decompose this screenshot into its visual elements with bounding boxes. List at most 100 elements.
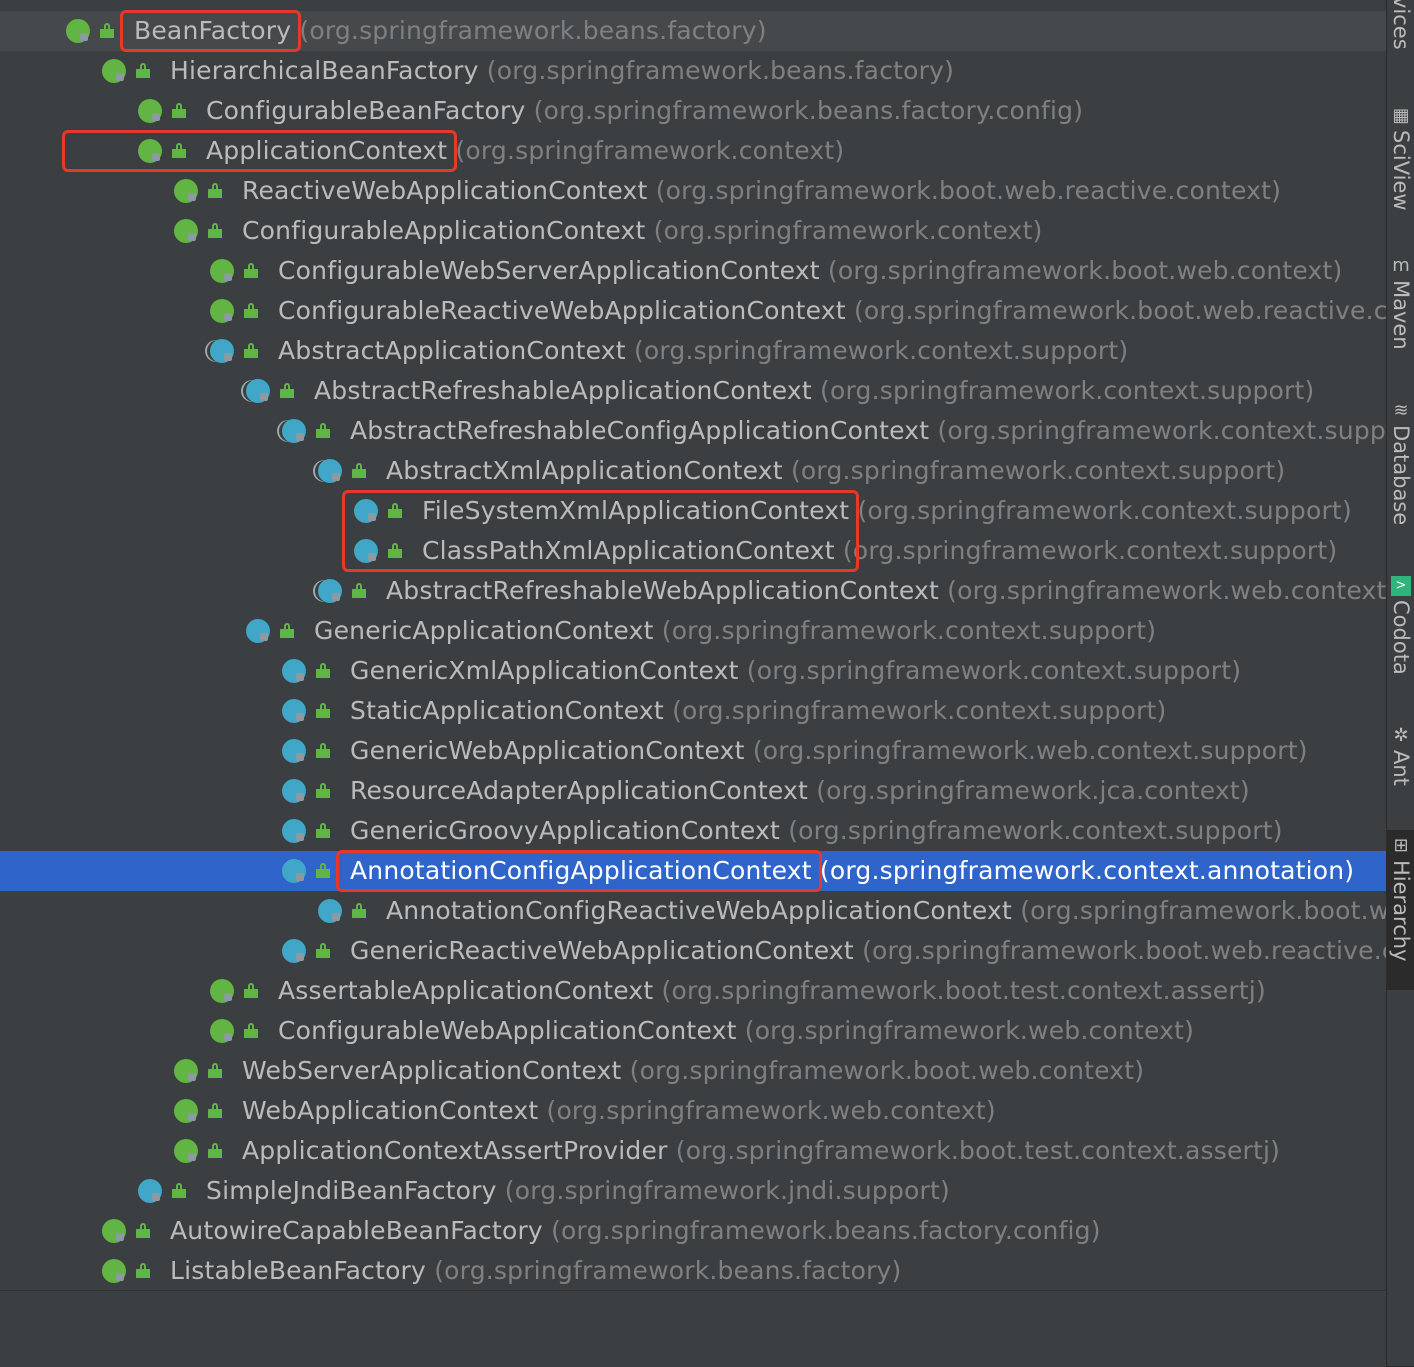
visibility-lock-icon — [152, 153, 160, 161]
expand-arrow-right-icon[interactable] — [218, 931, 244, 971]
tool-window-maven[interactable]: m Maven — [1387, 250, 1414, 370]
tree-row[interactable]: WebApplicationContext (org.springframewo… — [0, 1091, 1386, 1131]
tree-row[interactable]: ApplicationContextAssertProvider (org.sp… — [0, 1131, 1386, 1171]
public-access-icon — [316, 743, 330, 758]
expand-arrow-down-icon[interactable] — [218, 851, 244, 891]
expand-arrow-right-icon[interactable] — [218, 691, 244, 731]
tree-node-label: AnnotationConfigReactiveWebApplicationCo… — [386, 891, 1386, 931]
tree-row[interactable]: ConfigurableWebApplicationContext (org.s… — [0, 1011, 1386, 1051]
tree-row[interactable]: GenericWebApplicationContext (org.spring… — [0, 731, 1386, 771]
package-name: (org.springframework.beans.factory.confi… — [551, 1216, 1101, 1245]
tool-window-label[interactable]: Database — [1389, 425, 1413, 525]
tool-window-codota[interactable]: > Codota — [1387, 570, 1414, 690]
tree-row[interactable]: ConfigurableBeanFactory (org.springframe… — [0, 91, 1386, 131]
package-name: (org.springframework.context.support) — [633, 336, 1129, 365]
tool-window-hierarchy[interactable]: ⊞ Hierarchy — [1387, 830, 1414, 990]
tree-node-label: GenericXmlApplicationContext (org.spring… — [350, 651, 1241, 691]
visibility-lock-icon — [116, 73, 124, 81]
tree-row[interactable]: AbstractApplicationContext (org.springfr… — [0, 331, 1386, 371]
tool-window-icon: > — [1391, 576, 1411, 596]
tree-row[interactable]: FileSystemXmlApplicationContext (org.spr… — [0, 491, 1386, 531]
public-access-icon — [208, 1063, 222, 1078]
expand-arrow-right-icon[interactable] — [110, 1051, 136, 1091]
class-name: WebApplicationContext — [242, 1096, 539, 1125]
expand-arrow-right-icon[interactable] — [110, 1091, 136, 1131]
public-access-icon — [388, 503, 402, 518]
tree-row[interactable]: AutowireCapableBeanFactory (org.springfr… — [0, 1211, 1386, 1251]
class-name: HierarchicalBeanFactory — [170, 56, 479, 85]
expand-arrow-right-icon[interactable] — [38, 1211, 64, 1251]
tree-row[interactable]: StaticApplicationContext (org.springfram… — [0, 691, 1386, 731]
tree-row[interactable]: AnnotationConfigReactiveWebApplicationCo… — [0, 891, 1386, 931]
tree-row[interactable]: ConfigurableApplicationContext (org.spri… — [0, 211, 1386, 251]
expand-arrow-down-icon[interactable] — [146, 331, 172, 371]
expand-arrow-down-icon[interactable] — [218, 411, 244, 451]
tool-window-label[interactable]: Codota — [1389, 600, 1413, 675]
visibility-lock-icon — [188, 1153, 196, 1161]
tree-empty-area — [0, 1290, 1386, 1367]
expand-arrow-right-icon[interactable] — [146, 251, 172, 291]
package-name: (org.springframework.web.context.su — [947, 576, 1386, 605]
public-access-icon — [172, 1183, 186, 1198]
hierarchy-tree[interactable]: BeanFactory (org.springframework.beans.f… — [0, 0, 1386, 1290]
tree-row[interactable]: ConfigurableWebServerApplicationContext … — [0, 251, 1386, 291]
tree-row[interactable]: AbstractRefreshableConfigApplicationCont… — [0, 411, 1386, 451]
tree-row[interactable]: ClassPathXmlApplicationContext (org.spri… — [0, 531, 1386, 571]
class-name: GenericXmlApplicationContext — [350, 656, 739, 685]
expand-arrow-right-icon[interactable] — [146, 1011, 172, 1051]
tree-row[interactable]: GenericReactiveWebApplicationContext (or… — [0, 931, 1386, 971]
class-name: AnnotationConfigReactiveWebApplicationCo… — [386, 896, 1013, 925]
class-name: GenericWebApplicationContext — [350, 736, 745, 765]
expand-arrow-down-icon[interactable] — [2, 11, 28, 51]
tree-row[interactable]: ListableBeanFactory (org.springframework… — [0, 1251, 1386, 1290]
tree-row[interactable]: GenericGroovyApplicationContext (org.spr… — [0, 811, 1386, 851]
package-name: (org.springframework.context.suppor — [937, 416, 1386, 445]
tool-window-label[interactable]: Ant — [1389, 750, 1413, 786]
tree-row[interactable]: ResourceAdapterApplicationContext (org.s… — [0, 771, 1386, 811]
tool-window-label[interactable]: Hierarchy — [1389, 860, 1413, 962]
tree-node-label: FileSystemXmlApplicationContext (org.spr… — [422, 491, 1352, 531]
expand-arrow-down-icon[interactable] — [182, 371, 208, 411]
expand-arrow-right-icon[interactable] — [74, 91, 100, 131]
expand-arrow-down-icon[interactable] — [74, 131, 100, 171]
tree-row[interactable]: AssertableApplicationContext (org.spring… — [0, 971, 1386, 1011]
visibility-lock-icon — [296, 793, 304, 801]
tool-window-label[interactable]: Maven — [1389, 280, 1413, 350]
tree-node-label: WebServerApplicationContext (org.springf… — [242, 1051, 1144, 1091]
tree-row[interactable]: SimpleJndiBeanFactory (org.springframewo… — [0, 1171, 1386, 1211]
expand-arrow-down-icon[interactable] — [110, 211, 136, 251]
public-access-icon — [244, 263, 258, 278]
tree-row[interactable]: ApplicationContext (org.springframework.… — [0, 131, 1386, 171]
tool-window-label[interactable]: SciView — [1389, 130, 1413, 211]
class-name: ResourceAdapterApplicationContext — [350, 776, 809, 805]
expand-arrow-right-icon[interactable] — [254, 571, 280, 611]
tree-row[interactable]: HierarchicalBeanFactory (org.springframe… — [0, 51, 1386, 91]
tree-row[interactable]: BeanFactory (org.springframework.beans.f… — [0, 11, 1386, 51]
tree-row[interactable]: GenericApplicationContext (org.springfra… — [0, 611, 1386, 651]
tree-row[interactable]: AbstractRefreshableWebApplicationContext… — [0, 571, 1386, 611]
tree-row[interactable]: ReactiveWebApplicationContext (org.sprin… — [0, 171, 1386, 211]
expand-arrow-right-icon[interactable] — [38, 1251, 64, 1290]
tree-row[interactable]: AbstractRefreshableApplicationContext (o… — [0, 371, 1386, 411]
tree-row[interactable]: AbstractXmlApplicationContext (org.sprin… — [0, 451, 1386, 491]
tool-window-vices[interactable]: vices — [1387, 0, 1414, 60]
expand-arrow-down-icon[interactable] — [182, 611, 208, 651]
expand-arrow-down-icon[interactable] — [38, 51, 64, 91]
class-name: GenericGroovyApplicationContext — [350, 816, 781, 845]
tool-window-label[interactable]: vices — [1389, 0, 1413, 50]
expand-arrow-right-icon[interactable] — [218, 731, 244, 771]
class-name: AssertableApplicationContext — [278, 976, 654, 1005]
tree-row[interactable]: WebServerApplicationContext (org.springf… — [0, 1051, 1386, 1091]
expand-arrow-right-icon[interactable] — [110, 1131, 136, 1171]
tree-row[interactable]: AnnotationConfigApplicationContext (org.… — [0, 851, 1386, 891]
expand-arrow-right-icon[interactable] — [146, 291, 172, 331]
visibility-lock-icon — [224, 993, 232, 1001]
expand-arrow-right-icon[interactable] — [110, 171, 136, 211]
tree-row[interactable]: ConfigurableReactiveWebApplicationContex… — [0, 291, 1386, 331]
tool-window-ant[interactable]: ✲ Ant — [1387, 720, 1414, 810]
tool-window-sciview[interactable]: ▦ SciView — [1387, 100, 1414, 230]
expand-arrow-down-icon[interactable] — [254, 451, 280, 491]
tool-window-database[interactable]: ≋ Database — [1387, 395, 1414, 545]
package-name: (org.springframework.context) — [455, 136, 845, 165]
tree-row[interactable]: GenericXmlApplicationContext (org.spring… — [0, 651, 1386, 691]
